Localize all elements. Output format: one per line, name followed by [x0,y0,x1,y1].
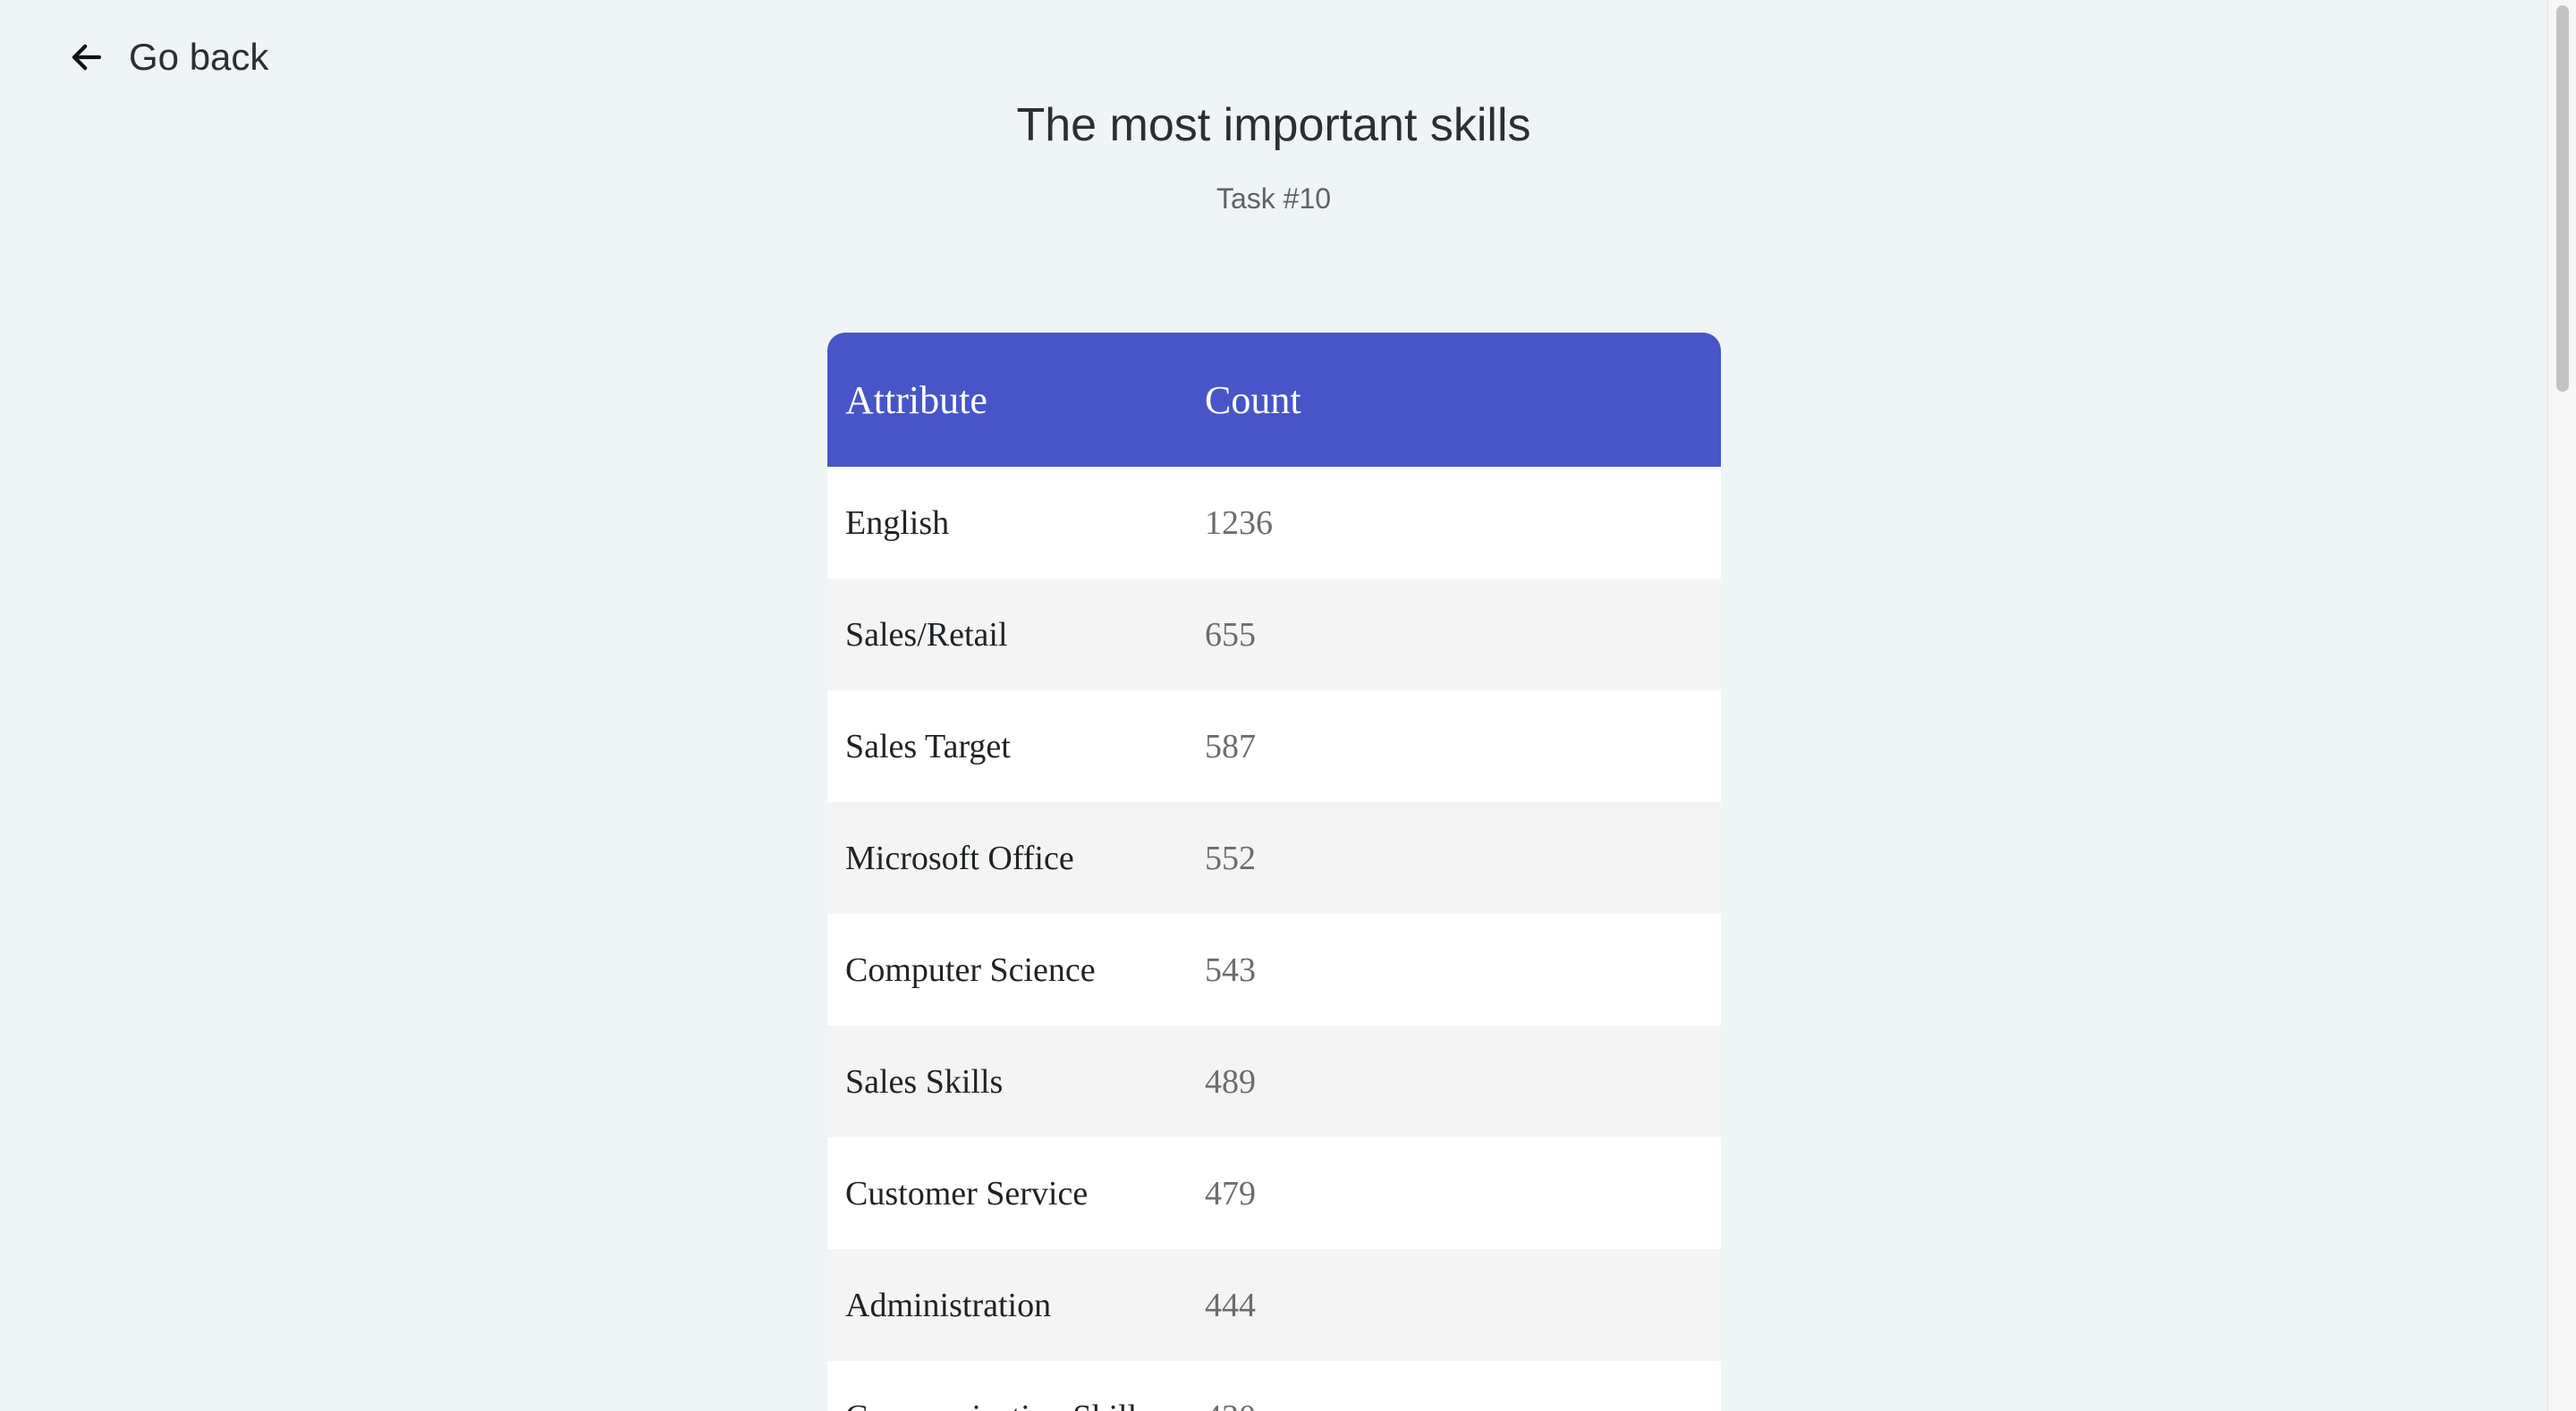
table-row: Administration 444 [827,1249,1721,1361]
table-row: Sales Target 587 [827,690,1721,802]
table-row: English 1236 [827,467,1721,579]
count-cell: 479 [1205,1174,1256,1212]
attribute-cell: Computer Science [845,951,1096,989]
go-back-button[interactable]: Go back [68,34,268,80]
scrollbar-thumb[interactable] [2556,5,2569,392]
attribute-cell: Communication Skills [827,1361,1205,1411]
arrow-left-icon [72,44,102,71]
table-row: Computer Science 543 [827,914,1721,1026]
count-cell: 543 [1205,951,1256,989]
attribute-cell: Microsoft Office [845,839,1074,877]
table-row: Microsoft Office 552 [827,802,1721,914]
page-subtitle: Task #10 [1216,182,1332,215]
attribute-cell: Sales Skills [845,1062,1004,1101]
count-cell: 587 [1205,727,1256,765]
attribute-cell: Sales Target [845,727,1011,765]
table-body: English 1236 Sales/Retail 655 Sales Targ… [827,467,1721,1411]
count-cell: 655 [1205,615,1256,654]
table-header: Attribute Count [827,333,1721,467]
count-cell: 1236 [1205,503,1273,542]
column-header-count: Count [1205,377,1301,422]
count-cell: 430 [1205,1361,1721,1411]
table-row: Customer Service 479 [827,1137,1721,1249]
attribute-cell: Administration [845,1286,1052,1324]
table-row: Sales/Retail 655 [827,579,1721,690]
count-cell: 489 [1205,1062,1256,1101]
skills-table: Attribute Count English 1236 Sales/Retai… [827,333,1721,1411]
skills-table-container: Attribute Count English 1236 Sales/Retai… [827,333,1721,1411]
attribute-cell: Customer Service [845,1174,1089,1212]
table-row: Communication Skills 430 [827,1361,1721,1411]
attribute-cell: English [845,503,950,542]
go-back-label: Go back [129,36,269,78]
count-cell: 444 [1205,1286,1256,1324]
count-cell: 552 [1205,839,1256,877]
vertical-scrollbar[interactable] [2547,0,2576,1411]
attribute-cell: Sales/Retail [845,615,1008,654]
page-title: The most important skills [1016,99,1531,151]
table-row: Sales Skills 489 [827,1026,1721,1137]
column-header-attribute: Attribute [845,377,987,422]
table-header-row: Attribute Count [827,333,1721,467]
